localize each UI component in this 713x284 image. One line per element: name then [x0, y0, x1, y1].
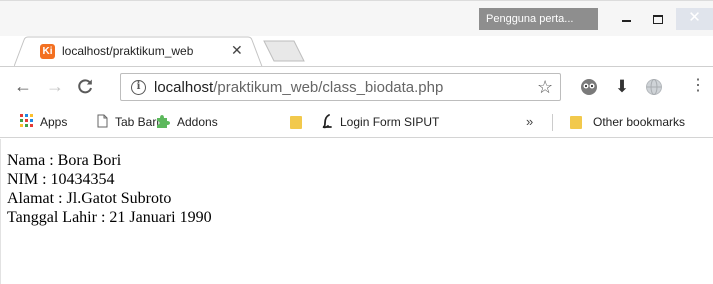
maximize-icon: [653, 14, 663, 24]
other-bookmarks[interactable]: Other bookmarks: [570, 114, 685, 130]
script-l-icon: [322, 114, 332, 129]
biodata-alamat: Alamat : Jl.Gatot Subroto: [7, 190, 172, 207]
biodata-tanggal-lahir: Tanggal Lahir : 21 Januari 1990: [7, 209, 212, 226]
close-icon: ✕: [688, 9, 701, 26]
page-content: Nama : Bora Bori NIM : 10434354 Alamat :…: [0, 139, 713, 284]
biodata-nim: NIM : 10434354: [7, 171, 115, 188]
tab-close-icon[interactable]: ✕: [231, 42, 243, 59]
bookmark-addons[interactable]: Addons: [155, 114, 218, 130]
address-bar[interactable]: i localhost/praktikum_web/class_biodata.…: [120, 73, 561, 101]
browser-toolbar: ← → i localhost/praktikum_web/class_biod…: [0, 66, 713, 106]
url-host: localhost: [154, 79, 214, 96]
bookmark-apps[interactable]: Apps: [20, 114, 67, 130]
bookmark-label: Apps: [40, 115, 68, 129]
title-bar: Pengguna perta... ✕: [0, 0, 713, 36]
folder-icon: [290, 116, 302, 129]
info-icon[interactable]: i: [131, 80, 146, 95]
menu-icon[interactable]: ⋮: [690, 76, 706, 96]
reload-icon: [78, 79, 92, 94]
back-button[interactable]: ←: [14, 77, 32, 95]
reload-button[interactable]: [76, 77, 94, 99]
forward-button[interactable]: →: [46, 77, 64, 95]
puzzle-icon: [157, 115, 170, 128]
bookmark-folder[interactable]: [290, 114, 313, 130]
tab-active[interactable]: Ki localhost/praktikum_web ✕: [14, 36, 276, 67]
bookmark-label: Login Form SIPUT: [340, 115, 440, 129]
close-window-button[interactable]: ✕: [676, 8, 713, 30]
extension-owl-icon[interactable]: [580, 78, 598, 96]
tab-title: localhost/praktikum_web: [62, 44, 212, 58]
biodata-nama: Nama : Bora Bori: [7, 152, 122, 169]
maximize-button[interactable]: [644, 8, 672, 30]
bookmark-label: Addons: [177, 115, 218, 129]
bookmark-tab-baru[interactable]: Tab Baru: [97, 114, 163, 130]
new-tab-icon: [263, 40, 305, 62]
folder-icon: [570, 116, 582, 129]
bookmarks-divider: [552, 114, 553, 131]
page-icon: [97, 114, 108, 128]
bookmarks-overflow-button[interactable]: »: [526, 114, 533, 130]
new-tab-button[interactable]: [262, 40, 306, 62]
other-bookmarks-label: Other bookmarks: [593, 115, 686, 129]
minimize-button[interactable]: [612, 8, 640, 30]
extension-globe-icon[interactable]: [645, 78, 663, 96]
favicon-icon: Ki: [40, 44, 55, 59]
bookmark-star-icon[interactable]: ☆: [537, 77, 553, 98]
download-icon[interactable]: ⬇: [613, 78, 631, 96]
url-text[interactable]: localhost/praktikum_web/class_biodata.ph…: [154, 79, 443, 96]
minimize-icon: [621, 20, 631, 23]
profile-button[interactable]: Pengguna perta...: [479, 8, 598, 30]
url-path: /praktikum_web/class_biodata.php: [213, 79, 444, 96]
apps-grid-icon: [20, 114, 33, 127]
bookmarks-bar: Apps Tab Baru Addons Login Form SIPUT » …: [0, 106, 713, 138]
bookmark-login-form-siput[interactable]: Login Form SIPUT: [321, 114, 439, 130]
